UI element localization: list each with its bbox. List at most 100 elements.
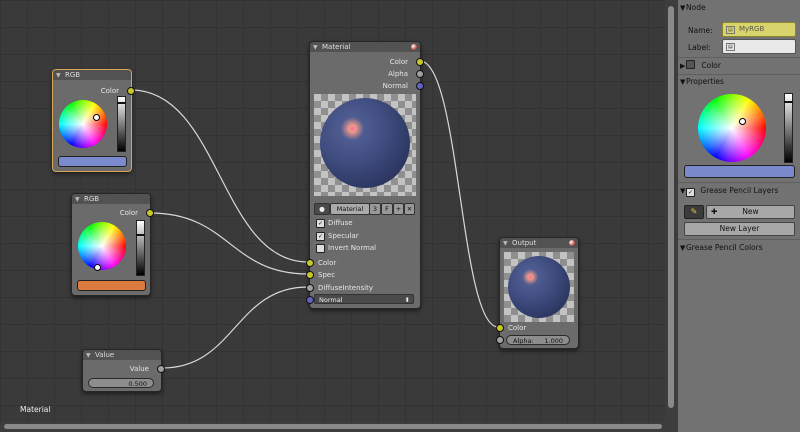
alpha-field-value: 1.000 bbox=[544, 337, 563, 345]
color-swatch[interactable] bbox=[58, 156, 127, 167]
rgb-node-1[interactable]: ▼ RGB Color bbox=[52, 69, 135, 172]
value-output-socket[interactable] bbox=[157, 365, 165, 373]
collapse-icon[interactable]: ▼ bbox=[75, 195, 80, 205]
expanded-icon: ▼ bbox=[680, 4, 686, 12]
link-material-output bbox=[419, 60, 499, 328]
output-label-normal: Normal bbox=[382, 82, 408, 90]
preview-toggle-icon[interactable] bbox=[569, 240, 575, 246]
collapsed-icon: ▶ bbox=[680, 62, 686, 70]
new-layer-button[interactable]: New Layer bbox=[684, 222, 795, 236]
color-checkbox[interactable] bbox=[686, 60, 695, 69]
diffuse-intensity-input-socket[interactable] bbox=[306, 284, 314, 292]
new-button-label: New bbox=[742, 207, 759, 216]
grease-pencil-colors-header[interactable]: ▼ Grease Pencil Colors bbox=[678, 241, 800, 255]
color-swatch[interactable] bbox=[77, 280, 146, 291]
chevron-updown-icon: ⬍ bbox=[404, 296, 410, 304]
properties-panel: ▼ Node Name: ▤ MyRGB Label: ▤ ▶ Color ▼ … bbox=[678, 0, 800, 432]
grease-pencil-layers-header[interactable]: ▼ ✓ Grease Pencil Layers bbox=[678, 184, 800, 198]
diffuse-label: Diffuse bbox=[328, 219, 353, 227]
vertical-scrollbar[interactable] bbox=[668, 6, 674, 408]
color-output-socket[interactable] bbox=[146, 209, 154, 217]
pencil-icon: ✎ bbox=[690, 207, 698, 216]
color-wheel[interactable] bbox=[698, 94, 766, 162]
value-field-text: 0.500 bbox=[128, 380, 147, 388]
output-label: Value bbox=[129, 365, 149, 373]
name-value: MyRGB bbox=[738, 25, 765, 33]
color-output-socket[interactable] bbox=[127, 87, 135, 95]
material-node[interactable]: ▼ Material Color Alpha Normal ● Material… bbox=[306, 41, 424, 309]
invert-normal-checkbox[interactable] bbox=[316, 244, 325, 253]
normal-input-socket[interactable] bbox=[306, 296, 314, 304]
normal-output-socket[interactable] bbox=[416, 82, 424, 90]
value-field[interactable]: 0.500 bbox=[88, 378, 154, 388]
color-picker-handle[interactable] bbox=[739, 118, 746, 125]
grease-layers-checkbox[interactable]: ✓ bbox=[686, 188, 695, 197]
alpha-field[interactable]: Alpha: 1.000 bbox=[506, 335, 570, 345]
grease-pencil-icon-button[interactable]: ✎ bbox=[684, 205, 704, 219]
close-icon: ✕ bbox=[406, 205, 413, 213]
fake-user-label: F bbox=[385, 205, 389, 213]
invert-normal-label: Invert Normal bbox=[328, 244, 377, 252]
material-datablock-field[interactable]: Material bbox=[330, 203, 370, 215]
new-button[interactable]: ✚ New bbox=[706, 205, 795, 219]
input-label-color: Color bbox=[508, 324, 527, 332]
value-slider[interactable] bbox=[784, 93, 793, 163]
value-node-header[interactable]: ▼ Value bbox=[83, 350, 161, 360]
alpha-output-socket[interactable] bbox=[416, 70, 424, 78]
horizontal-scrollbar[interactable] bbox=[4, 424, 662, 429]
diffuse-checkbox[interactable]: ✓ bbox=[316, 219, 325, 228]
alpha-input-socket[interactable] bbox=[496, 336, 504, 344]
material-node-header[interactable]: ▼ Material bbox=[310, 42, 420, 52]
collapse-icon[interactable]: ▼ bbox=[313, 43, 318, 53]
properties-section-header[interactable]: ▼ Properties bbox=[678, 75, 800, 89]
color-output-socket[interactable] bbox=[416, 58, 424, 66]
output-node-header[interactable]: ▼ Output bbox=[500, 238, 578, 248]
node-title: Material bbox=[322, 43, 351, 51]
normal-select[interactable]: Normal ⬍ bbox=[314, 294, 414, 304]
color-wheel[interactable] bbox=[78, 222, 126, 270]
node-editor[interactable]: ▼ RGB Color ▼ RGB Color ▼ Value Value 0.… bbox=[0, 0, 665, 422]
divider bbox=[678, 239, 800, 240]
add-icon: ✚ bbox=[711, 207, 718, 216]
editor-footer-label: Material bbox=[20, 405, 51, 414]
value-slider[interactable] bbox=[117, 96, 126, 152]
color-section-header[interactable]: ▶ Color bbox=[678, 59, 800, 73]
divider bbox=[678, 182, 800, 183]
fake-user-button[interactable]: F bbox=[381, 203, 393, 215]
preview-toggle-icon[interactable] bbox=[411, 44, 417, 50]
specular-checkbox[interactable]: ✓ bbox=[316, 232, 325, 241]
expanded-icon: ▼ bbox=[680, 244, 686, 252]
spec-input-socket[interactable] bbox=[306, 271, 314, 279]
value-node[interactable]: ▼ Value Value 0.500 bbox=[82, 349, 165, 392]
name-field[interactable]: ▤ MyRGB bbox=[722, 22, 796, 37]
material-browse-button[interactable]: ● bbox=[314, 203, 330, 215]
color-wheel[interactable] bbox=[59, 100, 107, 148]
collapse-icon[interactable]: ▼ bbox=[86, 351, 91, 361]
divider bbox=[678, 57, 800, 58]
node-title: RGB bbox=[65, 71, 81, 79]
collapse-icon[interactable]: ▼ bbox=[56, 71, 61, 81]
value-slider-marker bbox=[136, 234, 145, 236]
value-slider-marker bbox=[117, 102, 126, 104]
node-title: RGB bbox=[84, 195, 100, 203]
rgb-node-1-header[interactable]: ▼ RGB bbox=[53, 70, 131, 80]
color-input-socket[interactable] bbox=[496, 324, 504, 332]
rgb-node-2[interactable]: ▼ RGB Color bbox=[71, 193, 154, 296]
node-section-header[interactable]: ▼ Node bbox=[678, 1, 800, 15]
color-picker-handle[interactable] bbox=[93, 114, 100, 121]
rgb-node-2-header[interactable]: ▼ RGB bbox=[72, 194, 150, 204]
color-picker-handle[interactable] bbox=[94, 264, 101, 271]
unlink-material-button[interactable]: ✕ bbox=[404, 203, 415, 215]
collapse-icon[interactable]: ▼ bbox=[503, 239, 508, 249]
value-slider[interactable] bbox=[136, 220, 145, 276]
label-field[interactable]: ▤ bbox=[722, 39, 796, 54]
color-input-socket[interactable] bbox=[306, 259, 314, 267]
properties-color-swatch[interactable] bbox=[684, 165, 795, 178]
node-title: Output bbox=[512, 239, 537, 247]
output-node[interactable]: ▼ Output Color Alpha: 1.000 bbox=[496, 237, 579, 349]
properties-section-title: Properties bbox=[686, 77, 724, 86]
normal-select-value: Normal bbox=[319, 296, 343, 304]
new-material-button[interactable]: + bbox=[393, 203, 404, 215]
expanded-icon: ▼ bbox=[680, 187, 686, 195]
user-count-button[interactable]: 3 bbox=[369, 203, 381, 215]
